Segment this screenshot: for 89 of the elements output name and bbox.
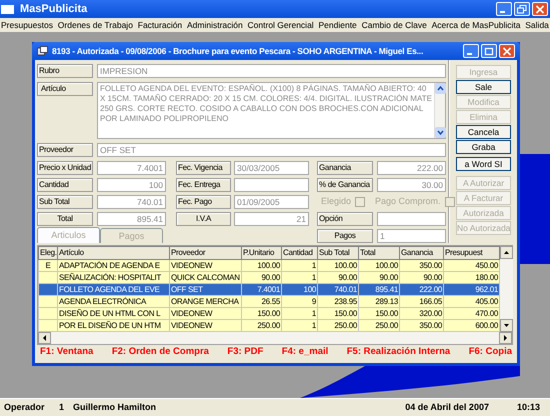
maximize-icon <box>484 46 494 56</box>
operator-name: Guillermo Hamilton <box>73 400 158 414</box>
shortcut-hint: F3: PDF <box>227 345 264 359</box>
text-field[interactable]: 01/09/2005 <box>234 195 309 209</box>
column-header[interactable]: Ganancia <box>400 246 444 260</box>
shortcut-hint: F2: Orden de Compra <box>112 345 209 359</box>
shortcut-hint: F1: Ventana <box>40 345 94 359</box>
field-label: Sub Total <box>37 195 93 209</box>
column-header[interactable]: Sub Total <box>318 246 358 260</box>
status-time: 10:13 <box>516 400 540 414</box>
text-field[interactable]: 895.41 <box>97 212 166 226</box>
text-field[interactable] <box>234 178 309 192</box>
menu-item[interactable]: Salida <box>525 18 549 32</box>
status-date: 04 de Abril del 2007 <box>405 400 489 414</box>
table-row[interactable]: POR EL DISEÑO DE UN HTM VIDEONEW 250.00 1 250.00 250.00 350.00 600.00 <box>38 320 500 332</box>
table-row[interactable]: E ADAPTACIÓN DE AGENDA E VIDEONEW 100.00 1 100.00 100.00 350.00 450.00 <box>38 260 500 272</box>
action-button[interactable]: a Word SI <box>456 157 511 171</box>
menu-item[interactable]: Pendiente <box>318 18 357 32</box>
field-label: Fec. Vigencia <box>176 161 231 175</box>
operator-id: 1 <box>59 400 66 414</box>
scroll-left-icon[interactable] <box>38 332 51 344</box>
column-header[interactable]: Eleg. <box>38 246 58 260</box>
minimize-icon <box>466 52 472 54</box>
close-icon <box>502 46 512 56</box>
column-header[interactable]: Presupuest <box>444 246 500 260</box>
text-field[interactable]: 30/03/2005 <box>234 161 309 175</box>
text-field[interactable]: 7.4001 <box>97 161 166 175</box>
text-field[interactable]: 100 <box>97 178 166 192</box>
field-label: Precio x Unidad <box>37 161 93 175</box>
menu-item[interactable]: Cambio de Clave <box>362 18 427 32</box>
checkbox-label: Elegido <box>321 195 352 208</box>
shortcut-hint: F5: Realización Interna <box>346 345 450 359</box>
app-icon <box>1 4 14 14</box>
child-window-title: 8193 - Autorizada - 09/08/2006 - Brochure para evento Pescara - SOHO ARGENTINA - Miguel Es... <box>52 44 424 58</box>
table-row[interactable]: FOLLETO AGENDA DEL EVE OFF SET 7.4001 100 740.01 895.41 222.00 962.01 <box>38 284 500 296</box>
horizontal-scrollbar[interactable] <box>38 332 512 344</box>
scroll-up-icon[interactable] <box>500 246 513 259</box>
action-button[interactable]: Graba <box>456 140 511 154</box>
article-description: FOLLETO AGENDA DEL EVENTO: ESPAÑOL. (X100) 8 PÁGINAS. TAMAÑO ABIERTO: 40 X 15CM. TAMAÑO CERRADO: 20 X 15 CM. COLORES: 4/4. DIGITAL. ILUSTRACIÓN MATE 250 GRS. CORTE RECTO. COSIDO A CABALLO CON DOS BROCHES.CON ADICIONAL POR LAMINADO POLIPROPILENO <box>99 83 433 125</box>
field-label: % de Ganancia <box>317 178 373 192</box>
app-title: MasPublicita <box>20 2 88 17</box>
close-button[interactable] <box>499 44 515 58</box>
column-header[interactable]: Cantidad <box>282 246 318 260</box>
field-label: Rubro <box>37 64 93 78</box>
scroll-right-icon[interactable] <box>499 332 512 344</box>
field-label: Total <box>37 212 93 226</box>
field-label: I.V.A <box>176 212 231 226</box>
menu-item[interactable]: Ordenes de Trabajo <box>58 18 133 32</box>
close-icon <box>535 4 545 14</box>
menu-item[interactable]: Control Gerencial <box>248 18 314 32</box>
column-header[interactable]: Artículo <box>58 246 170 260</box>
action-button[interactable]: Sale <box>456 80 511 94</box>
scroll-down-icon[interactable] <box>500 319 513 332</box>
status-label: Operador <box>4 400 46 414</box>
maximize-icon <box>517 4 527 14</box>
shortcut-hint: F4: e_mail <box>282 345 328 359</box>
table-row[interactable]: SEÑALIZACIÓN: HOSPITALIT QUICK CALCOMAN 90.00 1 90.00 90.00 90.00 180.00 <box>38 272 500 284</box>
text-field[interactable]: 30.00 <box>377 178 446 192</box>
window-icon <box>37 46 48 56</box>
field-label: Opción <box>317 212 373 226</box>
field-label: Fec. Pago <box>176 195 231 209</box>
text-field[interactable]: IMPRESION <box>97 64 446 78</box>
checkbox-label: Pago Comprom. <box>375 195 441 208</box>
menu-item[interactable]: Acerca de MasPublicita <box>432 18 520 32</box>
article-text-area[interactable] <box>97 82 446 139</box>
table-row[interactable]: DISEÑO DE UN HTML CON L VIDEONEW 150.00 1 150.00 150.00 320.00 470.00 <box>38 308 500 320</box>
field-label: Proveedor <box>37 143 93 157</box>
column-header[interactable]: P.Unitario <box>242 246 282 260</box>
close-button[interactable] <box>532 2 548 16</box>
maximize-button[interactable] <box>514 2 530 16</box>
table-row[interactable]: AGENDA ELECTRÓNICA ORANGE MERCHA 26.55 9 238.95 289.13 166.05 405.00 <box>38 296 500 308</box>
maximize-button[interactable] <box>481 44 497 58</box>
field-label: Ganancia <box>317 161 373 175</box>
menu-item[interactable]: Facturación <box>138 18 182 32</box>
column-header[interactable]: Proveedor <box>170 246 242 260</box>
minimize-button[interactable] <box>496 2 512 16</box>
field-label: Cantidad <box>37 178 93 192</box>
text-field[interactable] <box>377 212 446 226</box>
field-label: Pagos <box>317 229 373 243</box>
column-header[interactable]: Total <box>358 246 400 260</box>
minimize-icon <box>500 10 504 12</box>
shortcut-hint: F6: Copia <box>468 345 512 359</box>
minimize-button[interactable] <box>463 44 479 58</box>
field-label: Fec. Entrega <box>176 178 231 192</box>
menu-item[interactable]: Presupuestos <box>1 18 53 32</box>
field-label: Artículo <box>37 82 93 96</box>
vertical-scrollbar[interactable] <box>500 246 513 332</box>
menu-item[interactable]: Administración <box>186 18 243 32</box>
action-button[interactable]: Cancela <box>456 125 511 139</box>
